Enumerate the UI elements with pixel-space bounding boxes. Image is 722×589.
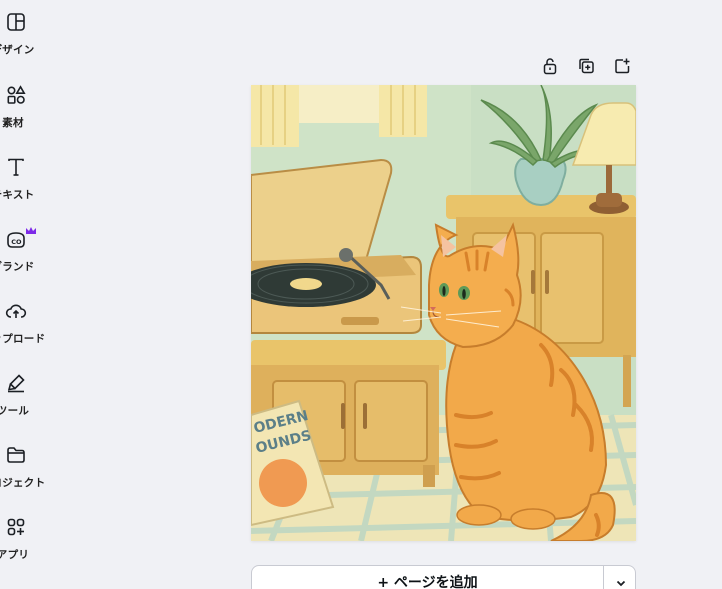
sidebar-item-elements[interactable]: 素材 bbox=[0, 73, 56, 145]
duplicate-page-icon bbox=[579, 58, 594, 74]
sidebar-item-label: プロジェクト bbox=[0, 477, 46, 489]
sidebar-item-brand[interactable]: CO ブランド bbox=[0, 217, 56, 289]
text-icon bbox=[4, 155, 28, 179]
lock-page-button[interactable] bbox=[540, 56, 560, 76]
cloud-upload-icon bbox=[4, 299, 28, 323]
design-page[interactable]: ODERN OUNDS bbox=[251, 85, 636, 541]
sidebar-item-label: テキスト bbox=[0, 189, 35, 201]
add-page-icon bbox=[615, 58, 630, 74]
add-page-button[interactable]: + ページを追加 bbox=[252, 566, 603, 589]
lock-icon bbox=[543, 58, 557, 75]
duplicate-page-button[interactable] bbox=[576, 56, 596, 76]
page-toolbar bbox=[536, 56, 636, 78]
add-page-dropdown-button[interactable] bbox=[604, 566, 635, 589]
folder-icon bbox=[4, 443, 28, 467]
sidebar-item-apps[interactable]: アプリ bbox=[0, 505, 56, 577]
add-page-bar: + ページを追加 bbox=[251, 565, 636, 589]
elements-icon bbox=[4, 83, 28, 107]
sidebar-item-label: ブランド bbox=[0, 261, 35, 273]
apps-icon bbox=[4, 515, 28, 539]
sidebar-item-text[interactable]: テキスト bbox=[0, 145, 56, 217]
sidebar-item-design[interactable]: デザイン bbox=[0, 0, 56, 72]
sidebar-item-label: アップロード bbox=[0, 333, 46, 345]
sidebar-item-projects[interactable]: プロジェクト bbox=[0, 433, 56, 505]
layout-icon bbox=[4, 10, 28, 34]
left-sidebar: デザイン 素材 テキスト CO ブランド アップロード ツール bbox=[0, 0, 56, 589]
chevron-down-icon bbox=[616, 580, 626, 587]
sidebar-item-uploads[interactable]: アップロード bbox=[0, 289, 56, 361]
crown-icon bbox=[25, 221, 37, 234]
sidebar-item-tools[interactable]: ツール bbox=[0, 361, 56, 433]
svg-text:CO: CO bbox=[11, 238, 22, 246]
sidebar-item-label: ツール bbox=[0, 405, 30, 417]
add-page-button-top[interactable] bbox=[612, 56, 632, 76]
sidebar-item-label: デザイン bbox=[0, 44, 35, 56]
sidebar-item-label: アプリ bbox=[0, 549, 30, 561]
cat-record-player-illustration: ODERN OUNDS bbox=[251, 85, 636, 541]
pen-tool-icon bbox=[4, 371, 28, 395]
sidebar-item-label: 素材 bbox=[2, 117, 24, 129]
